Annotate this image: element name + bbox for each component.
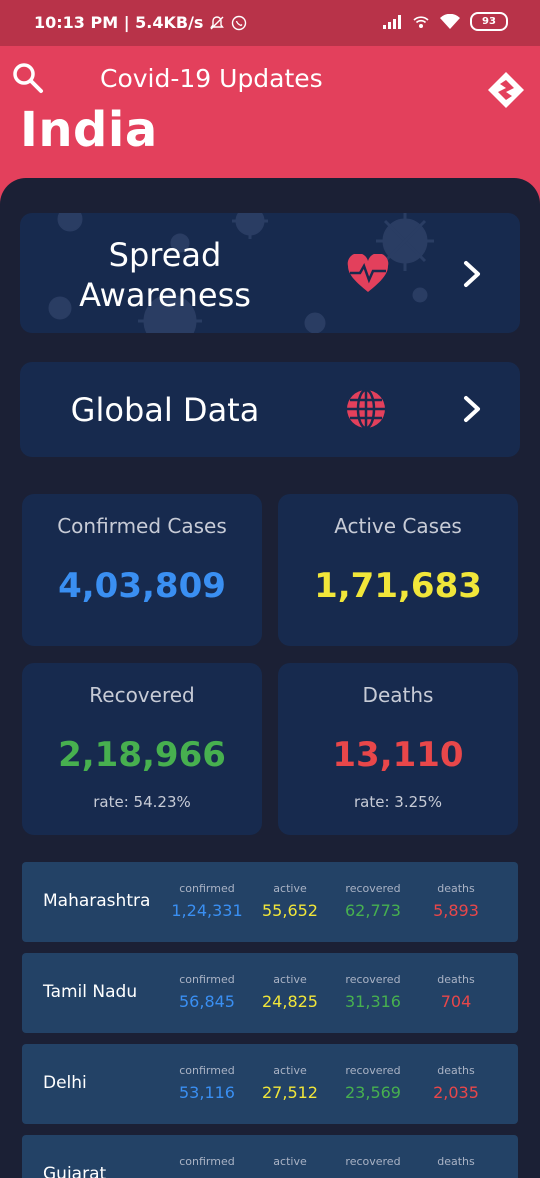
- chevron-right-icon: [464, 396, 480, 422]
- deaths-card: Deaths 13,110 rate: 3.25%: [278, 663, 518, 835]
- deaths-column: deaths 5,893: [411, 882, 501, 920]
- recovered-column: recovered: [328, 1155, 418, 1168]
- state-name: Delhi: [43, 1073, 87, 1093]
- chevron-right-icon: [464, 261, 480, 287]
- wifi-icon: [440, 13, 460, 29]
- app-logo-icon[interactable]: [486, 70, 526, 110]
- confirmed-value: 56,845: [179, 992, 235, 1011]
- deaths-column: deaths: [411, 1155, 501, 1168]
- recovered-value: 23,569: [345, 1083, 401, 1102]
- deaths-value: 5,893: [433, 901, 479, 920]
- state-name: Maharashtra: [43, 891, 151, 911]
- country-name: India: [20, 102, 158, 158]
- confirmed-cases-card: Confirmed Cases 4,03,809: [22, 494, 262, 646]
- confirmed-header: confirmed: [179, 973, 235, 986]
- recovered-value: 31,316: [345, 992, 401, 1011]
- confirmed-column: confirmed 53,116: [162, 1064, 252, 1102]
- active-value: 27,512: [262, 1083, 318, 1102]
- global-data-title: Global Data: [70, 391, 260, 429]
- heart-pulse-icon: [347, 254, 389, 292]
- state-row-delhi[interactable]: Delhi confirmed 53,116 active 27,512 recov…: [22, 1044, 518, 1124]
- confirmed-column: confirmed 1,24,331: [162, 882, 252, 920]
- bell-off-icon: [210, 15, 225, 29]
- confirmed-cases-label: Confirmed Cases: [57, 514, 227, 538]
- recovered-header: recovered: [345, 882, 401, 895]
- deaths-value: 704: [440, 992, 472, 1011]
- active-cases-card: Active Cases 1,71,683: [278, 494, 518, 646]
- deaths-value: 2,035: [433, 1083, 479, 1102]
- confirmed-header: confirmed: [179, 1155, 235, 1168]
- active-value: 24,825: [262, 992, 318, 1011]
- active-column: active 55,652: [245, 882, 335, 920]
- state-name: Tamil Nadu: [43, 982, 138, 1002]
- state-row-maharashtra[interactable]: Maharashtra confirmed 1,24,331 active 55,6…: [22, 862, 518, 942]
- active-column: active 27,512: [245, 1064, 335, 1102]
- spread-awareness-title: Spread Awareness: [79, 236, 251, 314]
- confirmed-header: confirmed: [179, 1064, 235, 1077]
- status-bar: 10:13 PM | 5.4KB/s 93: [0, 0, 540, 46]
- active-header: active: [273, 973, 307, 986]
- deaths-label: Deaths: [362, 683, 434, 707]
- confirmed-value: 53,116: [179, 1083, 235, 1102]
- active-header: active: [273, 1155, 307, 1168]
- recovered-column: recovered 62,773: [328, 882, 418, 920]
- active-value: 55,652: [262, 901, 318, 920]
- confirmed-column: confirmed: [162, 1155, 252, 1168]
- status-time: 10:13 PM | 5.4KB/s: [34, 13, 204, 32]
- status-left: 10:13 PM | 5.4KB/s: [34, 13, 247, 32]
- active-column: active: [245, 1155, 335, 1168]
- active-header: active: [273, 882, 307, 895]
- deaths-column: deaths 2,035: [411, 1064, 501, 1102]
- global-data-card[interactable]: Global Data: [20, 362, 520, 457]
- confirmed-value: 1,24,331: [171, 901, 243, 920]
- confirmed-column: confirmed 56,845: [162, 973, 252, 1011]
- spread-awareness-card[interactable]: Spread Awareness: [20, 213, 520, 333]
- hotspot-icon: [413, 15, 429, 28]
- recovered-header: recovered: [345, 1064, 401, 1077]
- active-column: active 24,825: [245, 973, 335, 1011]
- recovered-value: 62,773: [345, 901, 401, 920]
- globe-icon: [347, 388, 385, 430]
- recovered-rate: rate: 54.23%: [93, 793, 191, 811]
- state-row-gujarat[interactable]: Gujarat confirmed active recovered death…: [22, 1135, 518, 1178]
- deaths-column: deaths 704: [411, 973, 501, 1011]
- app-header: Covid-19 Updates India: [0, 46, 540, 180]
- deaths-value: 13,110: [332, 735, 464, 775]
- deaths-header: deaths: [437, 973, 475, 986]
- signal-icon: [383, 14, 401, 29]
- recovered-header: recovered: [345, 973, 401, 986]
- recovered-value: 2,18,966: [58, 735, 226, 775]
- recovered-column: recovered 23,569: [328, 1064, 418, 1102]
- deaths-header: deaths: [437, 1155, 475, 1168]
- state-row-tamil-nadu[interactable]: Tamil Nadu confirmed 56,845 active 24,825 …: [22, 953, 518, 1033]
- active-cases-label: Active Cases: [334, 514, 462, 538]
- main-panel: Spread Awareness Global Data Confirmed C…: [0, 178, 540, 1178]
- recovered-label: Recovered: [89, 683, 195, 707]
- confirmed-cases-value: 4,03,809: [58, 566, 226, 606]
- recovered-header: recovered: [345, 1155, 401, 1168]
- whatsapp-icon: [232, 15, 247, 30]
- status-right: 93: [382, 12, 508, 31]
- deaths-header: deaths: [437, 1064, 475, 1077]
- deaths-header: deaths: [437, 882, 475, 895]
- battery-indicator: 93: [470, 12, 508, 31]
- recovered-column: recovered 31,316: [328, 973, 418, 1011]
- app-title: Covid-19 Updates: [100, 64, 323, 93]
- active-cases-value: 1,71,683: [314, 566, 482, 606]
- active-header: active: [273, 1064, 307, 1077]
- recovered-card: Recovered 2,18,966 rate: 54.23%: [22, 663, 262, 835]
- confirmed-header: confirmed: [179, 882, 235, 895]
- deaths-rate: rate: 3.25%: [354, 793, 442, 811]
- state-name: Gujarat: [43, 1164, 107, 1178]
- search-icon[interactable]: [10, 60, 46, 96]
